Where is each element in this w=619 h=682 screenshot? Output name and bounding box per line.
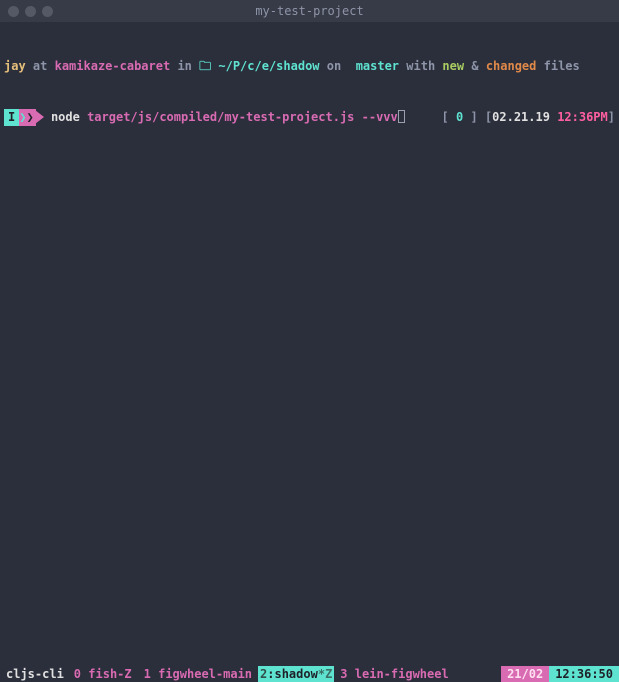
tmux-window-flags: *Z — [318, 667, 332, 681]
status-time: 12:36:50 — [549, 666, 619, 682]
tmux-window-index: 1 — [144, 667, 151, 681]
git-status-new: new — [442, 59, 464, 73]
command-args: target/js/compiled/my-test-project.js --… — [87, 110, 398, 124]
prompt-date: 02.21.19 — [492, 110, 550, 124]
prompt-at: at — [33, 59, 47, 73]
tmux-window-2-active[interactable]: 2:shadow*Z — [258, 666, 334, 682]
command-binary: node — [51, 110, 80, 124]
tmux-window-name: shadow — [274, 667, 317, 681]
prompt-path: ~/P/c/e/shadow — [218, 59, 319, 73]
tmux-window-3[interactable]: 3 lein-figwheel — [334, 666, 454, 682]
terminal-area[interactable]: jay at kamikaze-cabaret in 🗀 ~/P/c/e/sha… — [0, 22, 619, 143]
tmux-window-index: 3 — [340, 667, 347, 681]
status-date: 21/02 — [501, 666, 549, 682]
tmux-window-name: figwheel-main — [158, 667, 252, 681]
tmux-status-bar: cljs-cli 0 fish-Z 1 figwheel-main 2:shad… — [0, 666, 619, 682]
tmux-window-index: 0 — [74, 667, 81, 681]
prompt-context-line: jay at kamikaze-cabaret in 🗀 ~/P/c/e/sha… — [4, 58, 615, 75]
rstat-rbrack1: ] — [470, 110, 477, 124]
prompt-user: jay — [4, 59, 26, 73]
rstat-lbrack1: [ — [442, 110, 449, 124]
git-status-changed: changed — [486, 59, 537, 73]
cursor — [398, 110, 405, 123]
prompt-host: kamikaze-cabaret — [55, 59, 171, 73]
prompt-arrow-chevron-icon — [35, 110, 44, 124]
folder-icon: 🗀 — [199, 59, 211, 73]
prompt-with: with — [406, 59, 435, 73]
prompt-amp: & — [471, 59, 478, 73]
prompt-in: in — [177, 59, 191, 73]
right-status: [ 0 ] [02.21.19 12:36PM] — [442, 109, 615, 126]
prompt-on: on — [327, 59, 341, 73]
tmux-window-name: lein-figwheel — [355, 667, 449, 681]
tmux-window-name: fish-Z — [88, 667, 131, 681]
window-titlebar: my-test-project — [0, 0, 619, 22]
prompt-files: files — [544, 59, 580, 73]
tmux-window-0[interactable]: 0 fish-Z — [68, 666, 138, 682]
rstat-rbrack2: ] — [608, 110, 615, 124]
tmux-session-name: cljs-cli — [0, 666, 68, 682]
prompt-arrow: ❯❯ — [19, 109, 35, 126]
git-branch: master — [356, 59, 399, 73]
tmux-window-1[interactable]: 1 figwheel-main — [138, 666, 258, 682]
prompt-command-line: I❯❯ node target/js/compiled/my-test-proj… — [4, 109, 615, 126]
exit-code: 0 — [456, 110, 463, 124]
tmux-window-index: 2 — [260, 667, 267, 681]
window-title: my-test-project — [0, 3, 619, 20]
vi-mode-indicator: I — [4, 109, 19, 126]
prompt-time: 12:36PM — [557, 110, 608, 124]
